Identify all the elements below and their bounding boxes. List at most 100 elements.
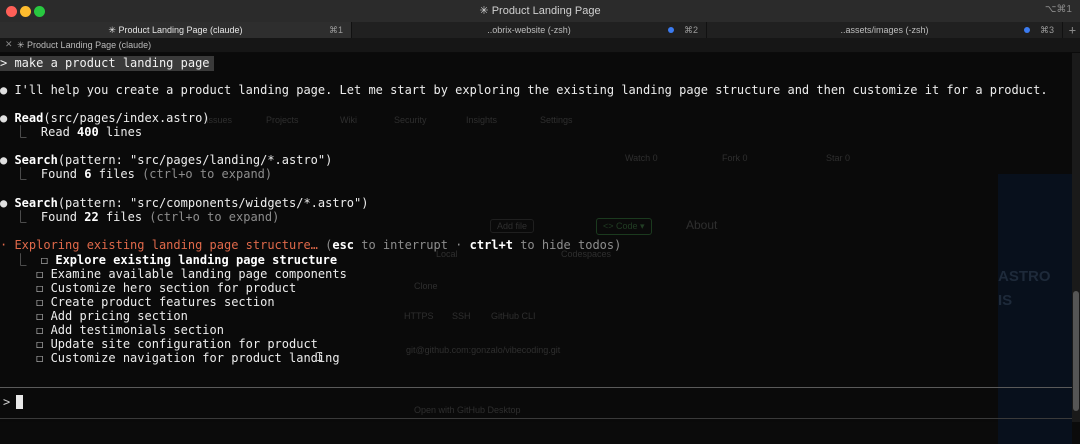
- result-connector-icon: ⎿: [0, 125, 41, 139]
- bg-clone-tab: HTTPS: [404, 311, 434, 321]
- status-hint: to interrupt ·: [354, 238, 470, 252]
- tab-claude[interactable]: ✳ Product Landing Page (claude) ⌘1: [0, 22, 352, 38]
- todo-item: ☐ Add testimonials section: [0, 323, 224, 337]
- bg-nav-item: Settings: [540, 115, 573, 125]
- bg-fork: Fork 0: [722, 153, 748, 163]
- result-prefix: Found: [40, 167, 85, 181]
- terminal-pane[interactable]: Issues Projects Wiki Security Insights S…: [0, 53, 1072, 444]
- status-hint: to hide todos): [512, 238, 622, 252]
- status-text: Exploring existing landing page structur…: [14, 238, 318, 252]
- result-prefix: Found: [40, 210, 85, 224]
- todo-label: Customize hero section for product: [50, 281, 297, 295]
- todo-label: Add pricing section: [50, 309, 188, 323]
- bg-nav-item: Wiki: [340, 115, 357, 125]
- todo-item: ☐ Add pricing section: [0, 309, 188, 323]
- result-suffix: files: [98, 210, 143, 224]
- tool-call: ● Search(pattern: "src/pages/landing/*.a…: [0, 153, 332, 167]
- tool-bullet-icon: ●: [0, 196, 15, 210]
- tool-result: ⎿ Read 400 lines: [0, 125, 142, 139]
- spinner-icon: ·: [0, 238, 15, 252]
- ctrl-t-key: ctrl+t: [469, 238, 513, 252]
- bg-side-panel: ASTRO IS: [998, 174, 1072, 444]
- bg-star: Star 0: [826, 153, 851, 163]
- result-connector-icon: ⎿: [0, 210, 41, 224]
- scrollbar-thumb[interactable]: [1073, 291, 1079, 411]
- checkbox-icon: ☐: [36, 309, 51, 323]
- tab-shortcut: ⌘2: [683, 25, 698, 35]
- bg-watch: Watch 0: [625, 153, 658, 163]
- result-suffix: files: [91, 167, 135, 181]
- bg-nav-item: Issues: [206, 115, 233, 125]
- result-connector-icon: ⎿: [0, 167, 41, 181]
- input-divider-bottom: [0, 418, 1072, 419]
- result-prefix: Read: [40, 125, 78, 139]
- assistant-message: ● I'll help you create a product landing…: [0, 83, 1048, 97]
- bg-side-text: ASTRO: [998, 268, 1051, 285]
- tool-call: ● Read(src/pages/index.astro): [0, 111, 210, 125]
- tab-label: ..assets/images (-zsh): [840, 25, 929, 35]
- tool-result: ⎿ Found 6 files (ctrl+o to expand): [0, 167, 272, 181]
- checkbox-icon: ☐: [36, 267, 51, 281]
- bg-side-text: IS: [998, 292, 1013, 309]
- user-command: > make a product landing page: [0, 56, 214, 71]
- todo-label: Examine available landing page component…: [50, 267, 347, 281]
- pane-title: ✳ Product Landing Page (claude): [17, 40, 152, 50]
- todo-label: Add testimonials section: [50, 323, 224, 337]
- checkbox-icon: ☐: [36, 281, 51, 295]
- tab-label: ..obrix-website (-zsh): [487, 25, 571, 35]
- bg-nav-item: Security: [394, 115, 427, 125]
- todo-label: Customize navigation for product landing: [50, 351, 340, 365]
- tab-assets-images[interactable]: ..assets/images (-zsh) ⌘3: [707, 22, 1063, 38]
- result-count: 6: [84, 167, 92, 181]
- input-divider: [0, 387, 1072, 388]
- tool-name: Search: [14, 196, 58, 210]
- todo-item: ☐ Update site configuration for product: [0, 337, 318, 351]
- bg-nav-item: Projects: [266, 115, 299, 125]
- input-prompt: >: [3, 395, 11, 409]
- tab-obrix-website[interactable]: ..obrix-website (-zsh) ⌘2: [352, 22, 707, 38]
- bg-add-file: Add file: [490, 219, 535, 233]
- bg-about: About: [686, 218, 718, 232]
- esc-key: esc: [332, 238, 355, 252]
- todo-item: ☐ Create product features section: [0, 295, 275, 309]
- checkbox-icon: ☐: [40, 253, 56, 267]
- expand-hint: (ctrl+o to expand): [134, 167, 273, 181]
- todo-item: ☐ Examine available landing page compone…: [0, 267, 347, 281]
- message-bullet-icon: ●: [0, 83, 15, 97]
- status-hint: (: [317, 238, 333, 252]
- tool-result: ⎿ Found 22 files (ctrl+o to expand): [0, 210, 279, 224]
- tool-args: (src/pages/index.astro): [43, 111, 210, 125]
- window-title: ✳ Product Landing Page: [479, 5, 601, 17]
- scrollbar[interactable]: [1072, 53, 1080, 422]
- bg-clone-url: git@github.com:gonzalo/vibecoding.git: [406, 345, 561, 355]
- title-bar: ✳ Product Landing Page ⌥⌘1: [0, 0, 1080, 23]
- bg-open-desktop: Open with GitHub Desktop: [414, 405, 521, 415]
- todo-item: ☐ Customize hero section for product: [0, 281, 296, 295]
- tool-bullet-icon: ●: [0, 111, 15, 125]
- todo-label: Create product features section: [50, 295, 275, 309]
- result-count: 22: [84, 210, 99, 224]
- window-shortcut: ⌥⌘1: [1044, 4, 1072, 15]
- result-suffix: lines: [98, 125, 143, 139]
- tab-bar: ✳ Product Landing Page (claude) ⌘1 ..obr…: [0, 22, 1080, 39]
- close-pane-icon[interactable]: ✕: [5, 39, 13, 50]
- assistant-text: I'll help you create a product landing p…: [14, 83, 1048, 97]
- tool-name: Read: [14, 111, 44, 125]
- bg-nav-item: Insights: [466, 115, 498, 125]
- checkbox-icon: ☐: [36, 351, 51, 365]
- activity-dot-icon: [668, 27, 674, 33]
- checkbox-icon: ☐: [36, 323, 51, 337]
- checkbox-icon: ☐: [36, 295, 51, 309]
- tool-name: Search: [14, 153, 58, 167]
- new-tab-button[interactable]: +: [1069, 23, 1076, 37]
- tab-shortcut: ⌘3: [1039, 25, 1054, 35]
- block-cursor: [16, 395, 23, 409]
- todo-item: ⎿ ☐ Explore existing landing page struct…: [0, 253, 337, 267]
- todo-label: Update site configuration for product: [50, 337, 318, 351]
- todo-item: ☐ Customize navigation for product landi…: [0, 351, 340, 365]
- activity-dot-icon: [1024, 27, 1030, 33]
- tool-bullet-icon: ●: [0, 153, 15, 167]
- tool-call: ● Search(pattern: "src/components/widget…: [0, 196, 368, 210]
- tab-label: ✳ Product Landing Page (claude): [108, 25, 243, 35]
- bg-clone-tab: GitHub CLI: [491, 311, 536, 321]
